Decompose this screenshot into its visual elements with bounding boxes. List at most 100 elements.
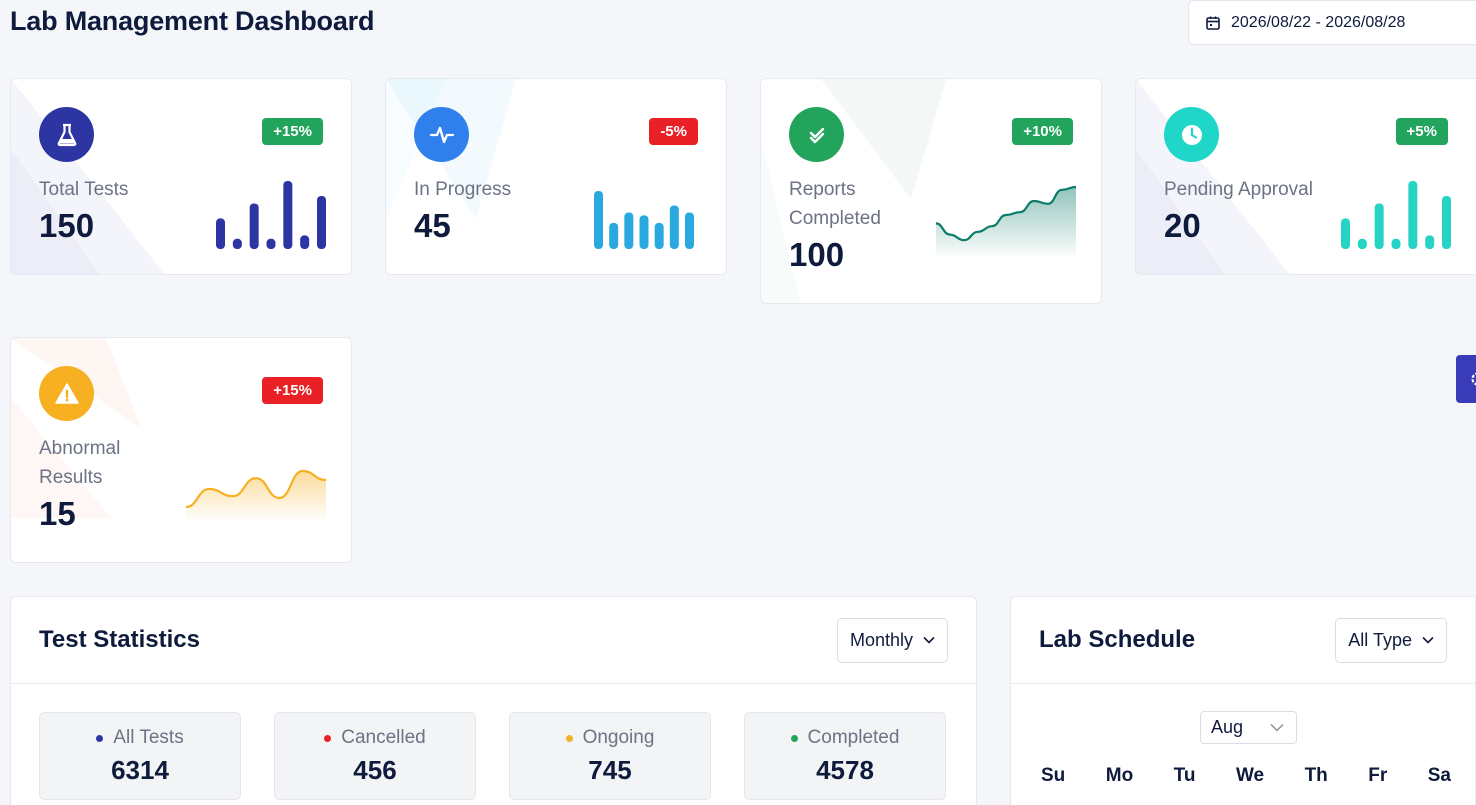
spark-bar	[232, 238, 242, 249]
spark-bar	[624, 212, 634, 249]
spark-bar	[1408, 181, 1418, 249]
stat-card-total-tests[interactable]: +15% Total Tests 150	[10, 78, 352, 275]
change-badge: +15%	[262, 118, 323, 145]
month-select[interactable]: Aug	[1200, 711, 1297, 744]
spark-bar	[685, 212, 694, 249]
weekday-label: Th	[1304, 765, 1328, 786]
summary-label-text: Completed	[807, 727, 900, 748]
legend-dot	[96, 734, 104, 742]
summary-label: Cancelled	[324, 727, 426, 749]
stat-card-pending-approval[interactable]: +5% Pending Approval 20	[1135, 78, 1476, 275]
weekday-label: Sa	[1427, 765, 1451, 786]
summary-cancelled: Cancelled 456	[274, 712, 476, 800]
stat-card-reports-completed[interactable]: +10% Reports Completed 100	[760, 78, 1102, 304]
legend-dot	[565, 734, 573, 742]
summary-value: 456	[353, 755, 397, 785]
summary-label-text: All Tests	[113, 727, 184, 748]
period-dropdown[interactable]: Monthly	[836, 617, 948, 663]
in-progress-sparkline	[594, 191, 694, 249]
panel-title: Test Statistics	[39, 626, 200, 653]
test-statistics-panel: Test Statistics Monthly All Tests 6314 C…	[10, 596, 977, 805]
summary-label-text: Ongoing	[582, 727, 655, 748]
spark-bar	[300, 235, 310, 249]
date-range-picker[interactable]: 2026/08/22 - 2026/08/28	[1188, 0, 1476, 45]
spark-bar	[594, 191, 603, 249]
double-check-icon	[789, 107, 844, 162]
spark-bar	[1374, 203, 1384, 249]
summary-ongoing: Ongoing 745	[509, 712, 711, 800]
change-badge: +10%	[1012, 118, 1073, 145]
weekday-label: Fr	[1368, 765, 1388, 786]
reports-completed-sparkline	[936, 185, 1076, 256]
clock-icon	[1164, 107, 1219, 162]
activity-icon	[414, 107, 469, 162]
weekday-label: Tu	[1173, 765, 1196, 786]
stat-value: 20	[1164, 207, 1201, 244]
stat-value: 15	[39, 495, 76, 532]
spark-bar	[216, 218, 225, 249]
schedule-type-value: All Type	[1348, 629, 1412, 650]
spark-bar	[1442, 195, 1451, 249]
weekday-label: Su	[1041, 765, 1066, 786]
settings-toggle-tab[interactable]	[1456, 355, 1476, 403]
stat-label: Abnormal Results	[39, 438, 121, 488]
spark-bar	[1425, 235, 1435, 249]
summary-label: All Tests	[96, 727, 184, 749]
summary-label-text: Cancelled	[341, 727, 426, 748]
month-value: Aug	[1211, 717, 1244, 737]
schedule-type-dropdown[interactable]: All Type	[1335, 617, 1447, 663]
calendar-icon	[1206, 16, 1220, 30]
summary-label: Completed	[790, 727, 900, 749]
flask-icon	[39, 107, 94, 162]
page-title: Lab Management Dashboard	[10, 6, 375, 36]
summary-completed: Completed 4578	[744, 712, 946, 800]
spark-bar	[249, 203, 259, 249]
spark-bar	[669, 205, 679, 249]
stat-value: 100	[789, 236, 845, 273]
period-value: Monthly	[849, 629, 913, 650]
spark-bar	[1391, 238, 1401, 249]
date-range-text: 2026/08/22 - 2026/08/28	[1231, 13, 1406, 31]
test-summary-row: All Tests 6314 Cancelled 456 Ongoing 745…	[11, 684, 976, 800]
weekday-label: Mo	[1105, 765, 1134, 786]
lab-schedule-panel: Lab Schedule All Type Aug Su Mo Tu We Th…	[1010, 596, 1476, 805]
change-badge: +5%	[1395, 118, 1448, 145]
spark-bar	[317, 195, 326, 249]
summary-value: 4578	[816, 755, 874, 785]
summary-value: 6314	[111, 755, 169, 785]
summary-all-tests: All Tests 6314	[39, 712, 241, 800]
spark-bar	[266, 238, 276, 249]
stat-value: 150	[39, 207, 95, 244]
stat-value: 45	[414, 207, 451, 244]
summary-value: 745	[588, 755, 632, 785]
spark-bar	[639, 215, 649, 249]
spark-bar	[654, 222, 664, 249]
stat-card-abnormal-results[interactable]: +15% Abnormal Results 15	[10, 337, 352, 563]
abnormal-results-sparkline	[186, 469, 326, 520]
summary-label: Ongoing	[565, 727, 655, 749]
pending-approval-sparkline	[1341, 181, 1451, 249]
chevron-down-icon	[1270, 723, 1284, 732]
stat-label: Reports Completed	[789, 179, 881, 229]
legend-dot	[324, 734, 332, 742]
gear-icon	[1471, 372, 1476, 386]
chevron-down-icon	[923, 636, 935, 644]
stat-label: Pending Approval	[1164, 179, 1313, 200]
warning-icon	[39, 366, 94, 421]
total-tests-sparkline	[216, 181, 326, 249]
panel-header: Lab Schedule All Type	[1011, 597, 1475, 684]
spark-bar	[1341, 218, 1350, 249]
stat-label: Total Tests	[39, 179, 129, 200]
change-badge: +15%	[262, 377, 323, 404]
chevron-down-icon	[1422, 636, 1434, 644]
legend-dot	[790, 734, 798, 742]
panel-title: Lab Schedule	[1039, 626, 1196, 653]
spark-bar	[1357, 238, 1367, 249]
weekday-header: Su Mo Tu We Th Fr Sa	[1041, 765, 1451, 787]
stat-card-in-progress[interactable]: -5% In Progress 45	[385, 78, 727, 275]
stat-label: In Progress	[414, 179, 512, 200]
spark-bar	[609, 222, 619, 249]
weekday-label: We	[1235, 765, 1265, 786]
spark-bar	[283, 181, 293, 249]
panel-header: Test Statistics Monthly	[11, 597, 976, 684]
